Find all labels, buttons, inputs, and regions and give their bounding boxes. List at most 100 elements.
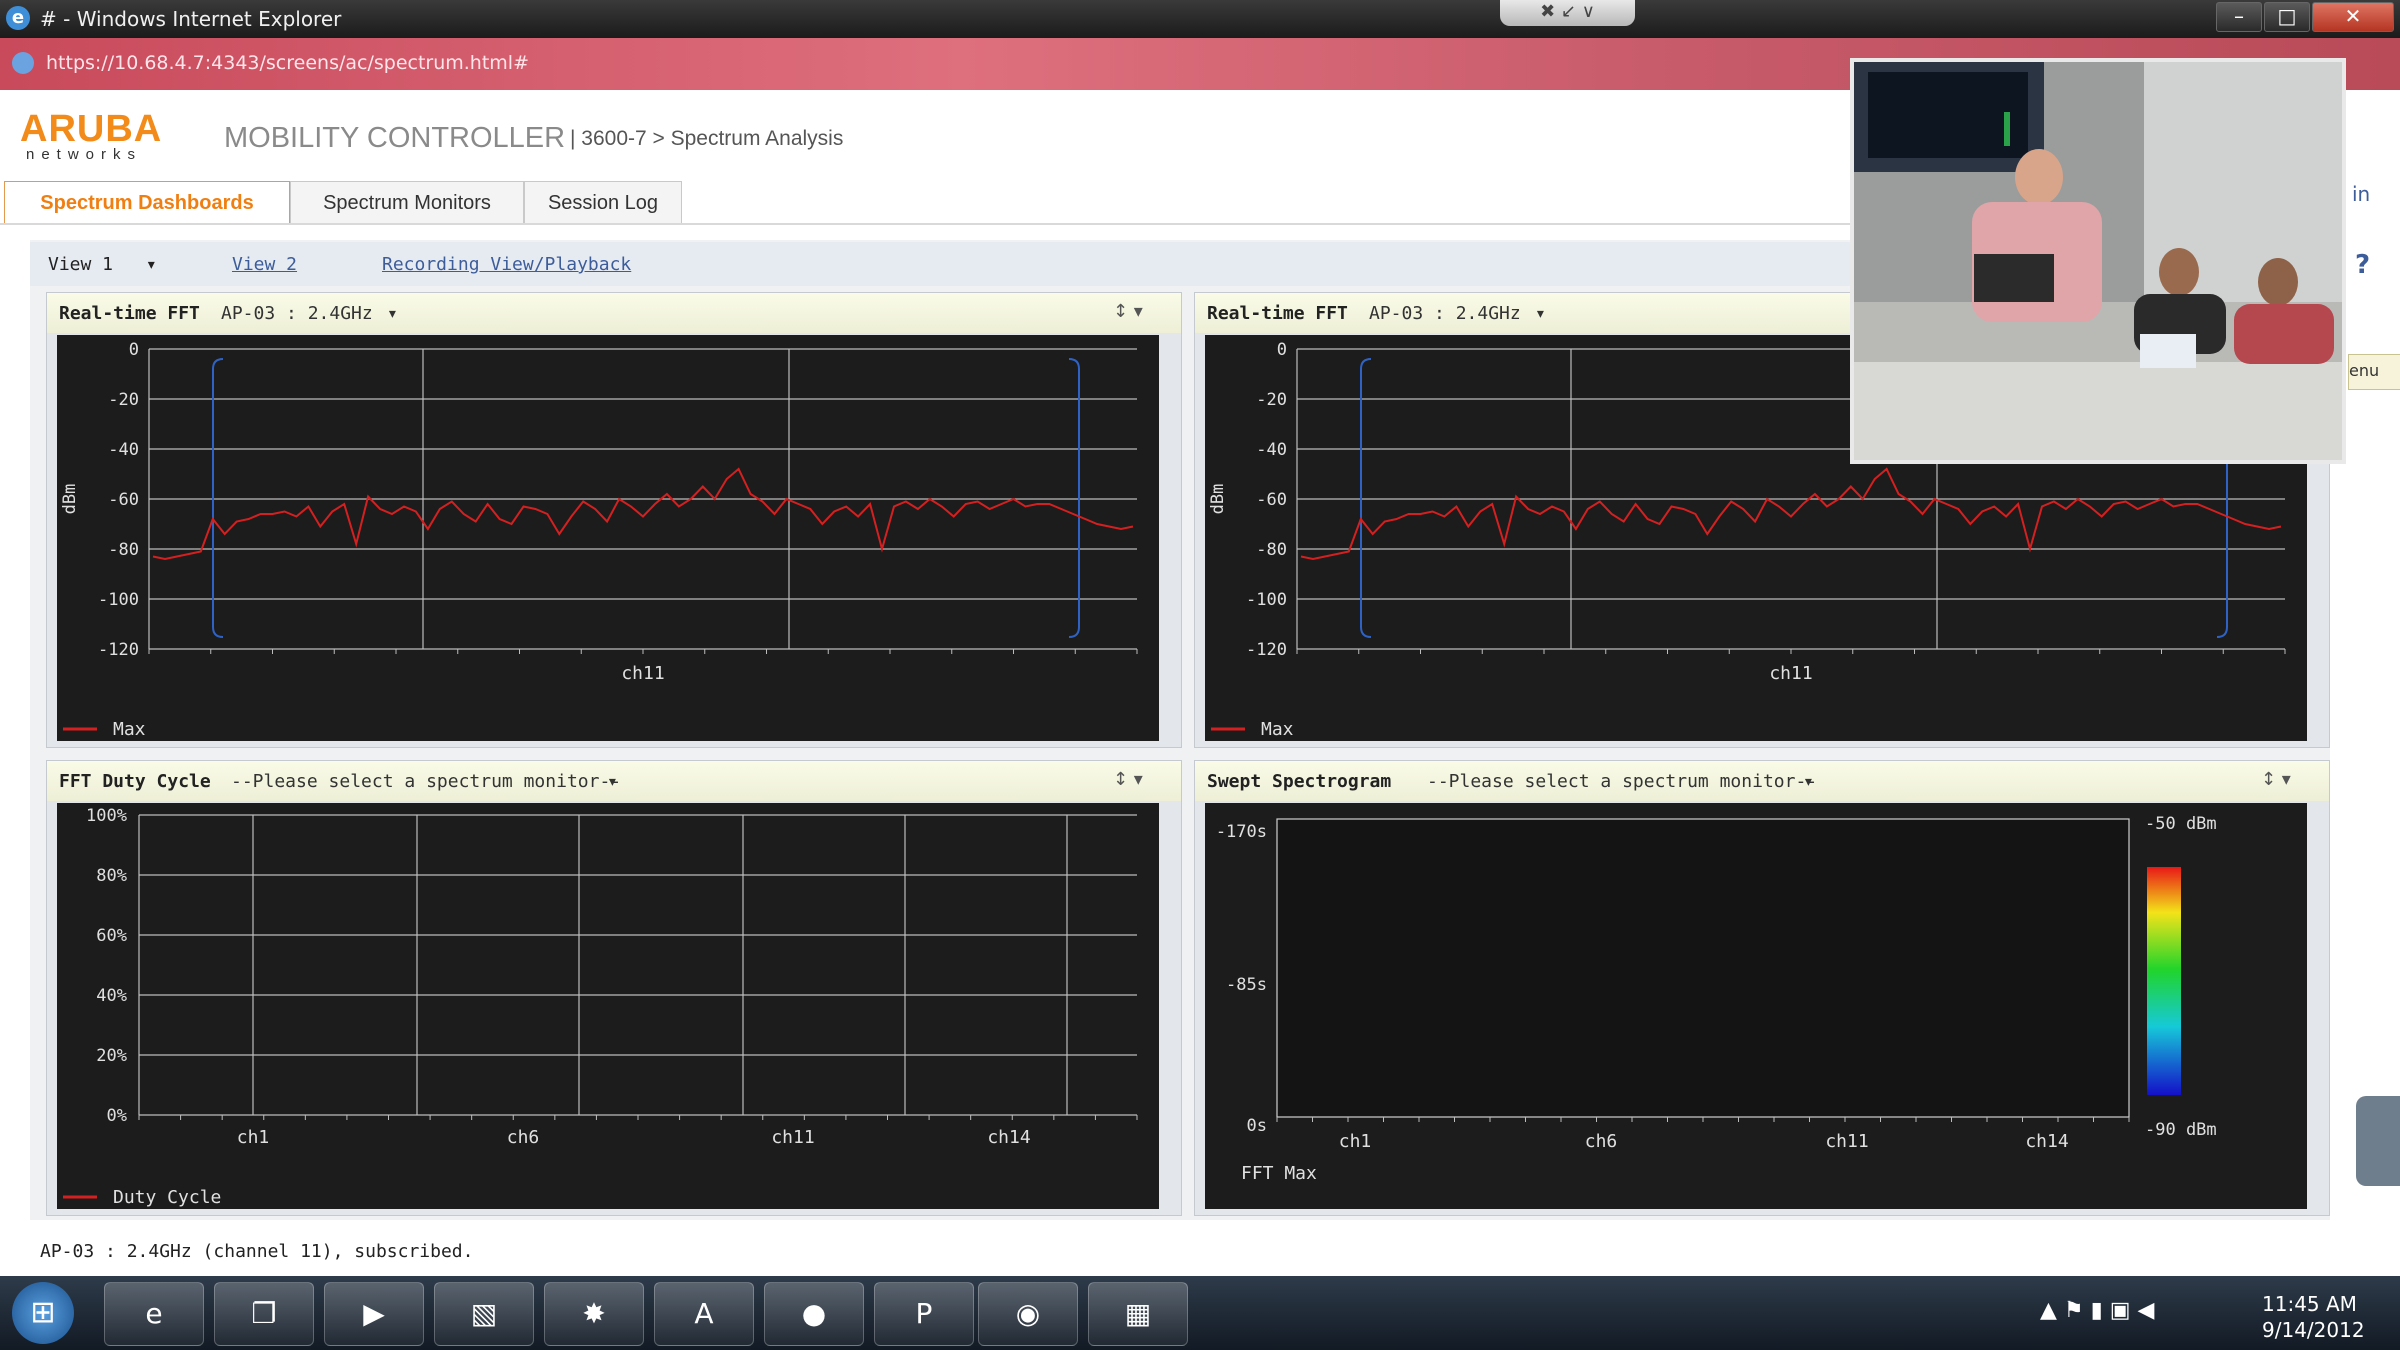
y-tick-label: -170s	[1216, 822, 1267, 842]
logout-link-fragment[interactable]: in	[2352, 182, 2370, 206]
max-series-line	[1300, 467, 2282, 561]
y-tick-label: -120	[98, 640, 139, 660]
duty-cycle-chart-svg: 100% 80% 60% 40% 20% 0% ch1 ch6 ch11 ch14 Duty Cyc…	[63, 806, 1138, 1208]
system-tray-icons[interactable]: ▲ ⚑ ▮ ▣ ◀	[2040, 1298, 2154, 1323]
taskbar-powerpoint-icon[interactable]: P	[874, 1282, 974, 1346]
chevron-down-icon[interactable]: ▾	[387, 303, 398, 324]
y-tick-label: 0s	[1247, 1116, 1267, 1136]
duty-cycle-chart: 100% 80% 60% 40% 20% 0% ch1 ch6 ch11 ch14 Duty Cyc…	[57, 803, 1159, 1209]
recording-view-playback-link[interactable]: Recording View/Playback	[382, 254, 631, 275]
y-tick-label: -40	[108, 440, 139, 460]
fft-panel-left-header: Real-time FFT AP-03 : 2.4GHz ▾ ↕ ▾	[47, 293, 1181, 333]
spectrogram-panel: Swept Spectrogram --Please select a spec…	[1194, 760, 2330, 1216]
tab-spectrum-dashboards[interactable]: Spectrum Dashboards	[4, 181, 290, 224]
y-tick-label: -100	[1246, 590, 1287, 610]
side-widget-tab[interactable]	[2356, 1096, 2400, 1186]
status-message: AP-03 : 2.4GHz (channel 11), subscribed.	[40, 1241, 474, 1262]
panel-title: Real-time FFT	[59, 303, 200, 324]
chevron-down-icon[interactable]: ▾	[1535, 303, 1546, 324]
y-tick-label: -85s	[1226, 975, 1267, 995]
y-axis-label: dBm	[60, 484, 80, 515]
y-tick-label: -60	[108, 490, 139, 510]
remote-session-toolbar[interactable]: ✖ ↙ ∨	[1500, 0, 1635, 26]
duty-cycle-panel: FFT Duty Cycle --Please select a spectru…	[46, 760, 1182, 1216]
taskbar-teamviewer-icon[interactable]: ◉	[978, 1282, 1078, 1346]
monitor-selector[interactable]: AP-03 : 2.4GHz	[221, 303, 373, 324]
site-icon	[12, 52, 34, 74]
menu-tab-fragment[interactable]: enu	[2348, 354, 2400, 390]
url-field[interactable]: https://10.68.4.7:4343/screens/ac/spectr…	[46, 52, 529, 74]
x-tick-label: ch1	[237, 1127, 270, 1148]
close-button[interactable]: ✕	[2312, 2, 2394, 32]
x-tick-label: ch6	[507, 1127, 540, 1148]
spectrogram-chart-svg: -170s -85s 0s ch1 ch6 ch11 ch14 FFT Max -50 dBm -…	[1216, 814, 2217, 1184]
monitor-selector[interactable]: AP-03 : 2.4GHz	[1369, 303, 1521, 324]
taskbar-word-icon[interactable]: A	[654, 1282, 754, 1346]
chevron-down-icon[interactable]: ▾	[607, 771, 618, 792]
monitor-selector[interactable]: --Please select a spectrum monitor--	[231, 771, 621, 792]
x-tick-label: ch14	[2025, 1131, 2068, 1152]
view-1-label: View 1	[48, 254, 114, 275]
spectrogram-chart: -170s -85s 0s ch1 ch6 ch11 ch14 FFT Max -50 dBm -…	[1205, 803, 2307, 1209]
y-tick-label: -40	[1256, 440, 1287, 460]
internet-explorer-icon: e	[6, 6, 30, 30]
y-tick-label: 100%	[86, 806, 127, 826]
breadcrumb: | 3600-7 > Spectrum Analysis	[570, 127, 844, 150]
taskbar-file-explorer-icon[interactable]: ❐	[214, 1282, 314, 1346]
x-tick-label: ch11	[1825, 1131, 1868, 1152]
panel-title: FFT Duty Cycle	[59, 771, 211, 792]
color-scale-max-label: -50 dBm	[2145, 814, 2217, 834]
panel-controls-icon[interactable]: ↕ ▾	[1113, 769, 1143, 790]
taskbar-app-icon[interactable]: ✸	[544, 1282, 644, 1346]
y-tick-label: 60%	[96, 926, 127, 946]
window-title-bar: e # - Windows Internet Explorer – □ ✕	[0, 0, 2400, 38]
x-axis-label: ch11	[621, 663, 664, 684]
spectrogram-panel-header: Swept Spectrogram --Please select a spec…	[1195, 761, 2329, 801]
minimize-button[interactable]: –	[2216, 2, 2262, 32]
taskbar-remote-desktop-icon[interactable]: ▦	[1088, 1282, 1188, 1346]
color-scale-min-label: -90 dBm	[2145, 1120, 2217, 1140]
taskbar-internet-explorer-icon[interactable]: e	[104, 1282, 204, 1346]
x-tick-label: ch6	[1585, 1131, 1618, 1152]
view-1-selector[interactable]: View 1 ▾	[48, 254, 157, 275]
channel-bracket-left	[212, 358, 224, 638]
taskbar-notepad-icon[interactable]: ▧	[434, 1282, 534, 1346]
x-tick-label: ch14	[987, 1127, 1030, 1148]
spectrogram-plot-area	[1276, 818, 2130, 1118]
y-tick-label: 0	[129, 340, 139, 360]
channel-bracket-left	[1360, 358, 1372, 638]
x-tick-label: ch1	[1339, 1131, 1372, 1152]
x-axis-label: ch11	[1769, 663, 1812, 684]
view-bar	[30, 242, 1860, 286]
clock-time[interactable]: 11:45 AM	[2262, 1292, 2357, 1316]
y-tick-label: -20	[1256, 390, 1287, 410]
view-2-link[interactable]: View 2	[232, 254, 297, 275]
max-series-line	[152, 467, 1134, 561]
y-tick-label: -80	[108, 540, 139, 560]
taskbar-media-player-icon[interactable]: ▶	[324, 1282, 424, 1346]
panel-controls-icon[interactable]: ↕ ▾	[1113, 301, 1143, 322]
aruba-logo[interactable]: ARUBA	[20, 108, 162, 151]
clock-date[interactable]: 9/14/2012	[2262, 1318, 2365, 1342]
window-title: # - Windows Internet Explorer	[40, 7, 342, 31]
help-icon[interactable]: ?	[2355, 250, 2370, 280]
channel-bracket-right	[1068, 358, 1080, 638]
chevron-down-icon[interactable]: ▾	[146, 254, 157, 275]
y-tick-label: 80%	[96, 866, 127, 886]
monitor-selector[interactable]: --Please select a spectrum monitor--	[1427, 771, 1817, 792]
fft-panel-left: Real-time FFT AP-03 : 2.4GHz ▾ ↕ ▾ 0 -20 -…	[46, 292, 1182, 748]
panel-controls-icon[interactable]: ↕ ▾	[2261, 769, 2291, 790]
chevron-down-icon[interactable]: ▾	[1803, 771, 1814, 792]
y-tick-label: -80	[1256, 540, 1287, 560]
y-tick-label: 20%	[96, 1046, 127, 1066]
taskbar-firefox-icon[interactable]: ●	[764, 1282, 864, 1346]
tab-spectrum-monitors[interactable]: Spectrum Monitors	[290, 181, 524, 224]
fft-chart-left-svg: 0 -20 -40 -60 -80 -100 -120 ch11 dBm Max	[60, 340, 1138, 740]
start-button[interactable]: ⊞	[12, 1282, 74, 1344]
legend-label: Max	[1261, 719, 1294, 740]
maximize-button[interactable]: □	[2264, 2, 2310, 32]
aruba-logo-subtitle: networks	[26, 146, 143, 163]
tab-session-log[interactable]: Session Log	[524, 181, 682, 224]
windows-taskbar: ⊞ e ❐ ▶ ▧ ✸ A ● P ◉ ▦ ▲ ⚑ ▮ ▣ ◀ 11:45 AM…	[0, 1276, 2400, 1350]
x-tick-label: ch11	[771, 1127, 814, 1148]
